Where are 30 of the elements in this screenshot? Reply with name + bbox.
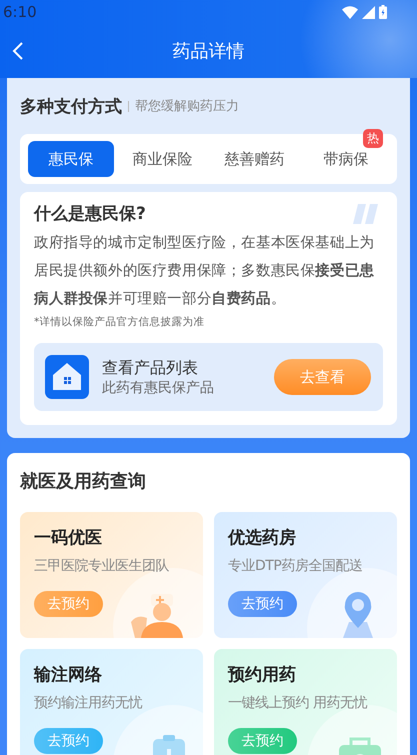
tab[interactable]: 惠民保 (28, 141, 114, 177)
product-subtitle: 此药有惠民保产品 (102, 378, 215, 396)
signal-icon (362, 6, 375, 18)
house-icon (45, 355, 89, 399)
wifi-icon (342, 6, 358, 18)
section-subtitle: 帮您缓解购药压力 (135, 98, 239, 115)
tile-title: 一码优医 (34, 527, 103, 549)
tile-subtitle: 一键线上预约 用药无忧 (228, 694, 368, 712)
tile-title: 优选药房 (228, 527, 297, 549)
disclaimer-text: *详情以保险产品官方信息披露为准 (34, 315, 206, 329)
info-text: 政府指导的城市定制型医疗险，在基本医保基础上为居民提供额外的医疗费用保障；多数惠民保接受已患病人群投保并可理赔一部分自费药品。 (34, 234, 376, 309)
info-title: 什么是惠民保? (34, 203, 146, 225)
tile-title: 预约用药 (228, 664, 297, 686)
tab[interactable]: 商业保险 (120, 141, 206, 177)
status-time: 6:10 (3, 3, 37, 21)
tile-subtitle: 专业DTP药房全国配送 (228, 557, 364, 575)
service-tile[interactable]: 一码优医 三甲医院专业医生团队 去预约 (20, 512, 203, 638)
battery-icon (379, 5, 387, 19)
page-title: 药品详情 (172, 40, 244, 63)
section-title: 就医及用药查询 (20, 470, 147, 494)
tile-subtitle: 预约输注用药无忧 (34, 694, 144, 712)
tile-title: 输注网络 (34, 664, 103, 686)
service-tile[interactable]: 预约用药 一键线上预约 用药无忧 去预约 (214, 649, 397, 755)
tab[interactable]: 慈善赠药 (212, 141, 298, 177)
hot-badge: 热 (363, 129, 383, 148)
product-title: 查看产品列表 (102, 358, 199, 378)
service-tile[interactable]: 优选药房 专业DTP药房全国配送 去预约 (214, 512, 397, 638)
tile-subtitle: 三甲医院专业医生团队 (34, 557, 170, 575)
service-tile[interactable]: 输注网络 预约输注用药无忧 去预约 (20, 649, 203, 755)
section-title: 多种支付方式 (20, 96, 122, 118)
